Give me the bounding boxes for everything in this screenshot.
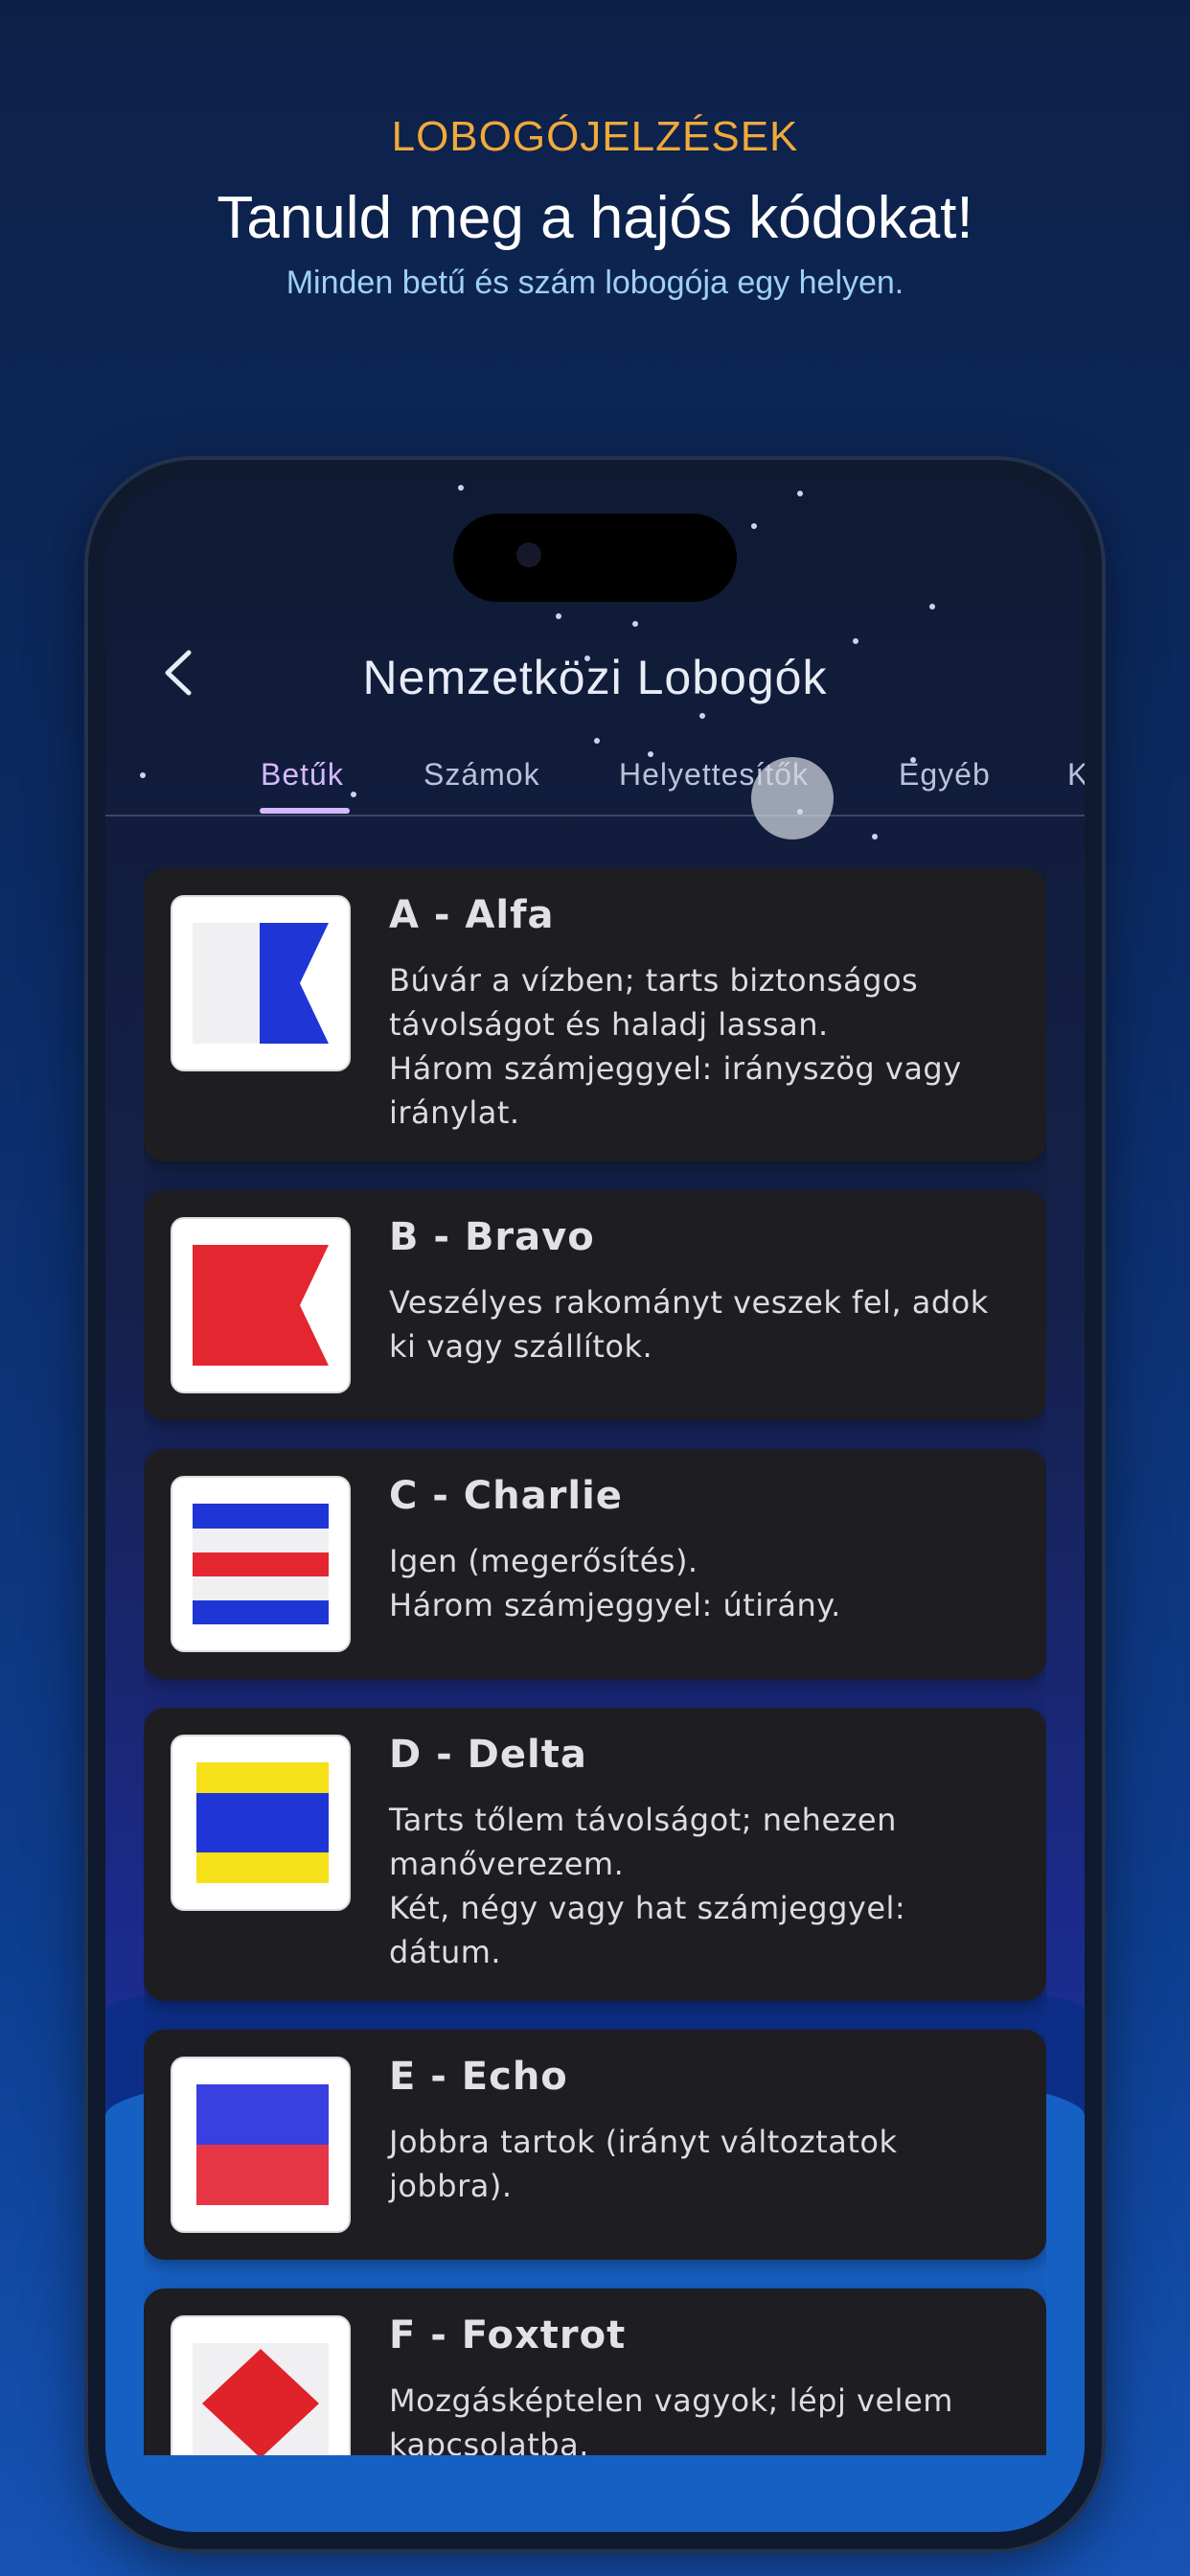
flag-title: B - Bravo bbox=[389, 1215, 595, 1259]
flag-image-alfa bbox=[171, 895, 351, 1071]
flag-description: Igen (megerősítés). Három számjeggyel: ú… bbox=[389, 1543, 841, 1623]
active-tab-indicator bbox=[260, 808, 350, 814]
tab-betuk[interactable]: Betűk bbox=[261, 757, 344, 793]
flag-description: Tarts tőlem távolságot; nehezen manővere… bbox=[389, 1802, 906, 1970]
flag-card[interactable]: A - Alfa Búvár a vízben; tarts biztonság… bbox=[144, 868, 1046, 1162]
tab-k[interactable]: K bbox=[1067, 757, 1085, 793]
camera-icon bbox=[516, 542, 541, 567]
flag-description: Búvár a vízben; tarts biztonságos távols… bbox=[389, 962, 962, 1131]
app-screen: Nemzetközi Lobogók Betűk Számok Helyette… bbox=[105, 477, 1085, 2532]
tab-szamok[interactable]: Számok bbox=[423, 757, 540, 793]
flag-image-echo bbox=[171, 2057, 351, 2233]
flag-card[interactable]: D - Delta Tarts tőlem távolságot; neheze… bbox=[144, 1708, 1046, 2001]
flag-description: Mozgásképtelen vagyok; lépj velem kapcso… bbox=[389, 2382, 953, 2455]
category-tabs: Betűk Számok Helyettesítők Egyéb K bbox=[105, 738, 1085, 816]
flag-description: Jobbra tartok (irányt változtatok jobbra… bbox=[389, 2124, 898, 2204]
flag-title: C - Charlie bbox=[389, 1474, 623, 1518]
flag-title: F - Foxtrot bbox=[389, 2313, 627, 2358]
flag-card[interactable]: F - Foxtrot Mozgásképtelen vagyok; lépj … bbox=[144, 2288, 1046, 2455]
flag-card[interactable]: E - Echo Jobbra tartok (irányt változtat… bbox=[144, 2030, 1046, 2260]
flag-image-charlie bbox=[171, 1476, 351, 1652]
flag-list[interactable]: A - Alfa Búvár a vízben; tarts biztonság… bbox=[144, 868, 1046, 2455]
flag-card[interactable]: C - Charlie Igen (megerősítés). Három sz… bbox=[144, 1449, 1046, 1679]
screen-title: Nemzetközi Lobogók bbox=[362, 651, 828, 704]
dynamic-island bbox=[453, 514, 737, 602]
flag-description: Veszélyes rakományt veszek fel, adok ki … bbox=[389, 1284, 989, 1365]
flag-image-delta bbox=[171, 1735, 351, 1911]
flag-title: E - Echo bbox=[389, 2055, 568, 2099]
phone-frame: Nemzetközi Lobogók Betűk Számok Helyette… bbox=[88, 460, 1102, 2549]
touch-indicator bbox=[751, 757, 834, 840]
flag-title: D - Delta bbox=[389, 1733, 587, 1777]
promo-title: Tanuld meg a hajós kódokat! bbox=[217, 185, 973, 251]
flag-image-foxtrot bbox=[171, 2315, 351, 2455]
flag-card[interactable]: B - Bravo Veszélyes rakományt veszek fel… bbox=[144, 1190, 1046, 1420]
tab-egyeb[interactable]: Egyéb bbox=[899, 757, 991, 793]
promo-subtitle: Minden betű és szám lobogója egy helyen. bbox=[286, 264, 904, 301]
flag-title: A - Alfa bbox=[389, 893, 555, 937]
flag-image-bravo bbox=[171, 1217, 351, 1393]
promo-kicker: LOBOGÓJELZÉSEK bbox=[391, 113, 799, 160]
